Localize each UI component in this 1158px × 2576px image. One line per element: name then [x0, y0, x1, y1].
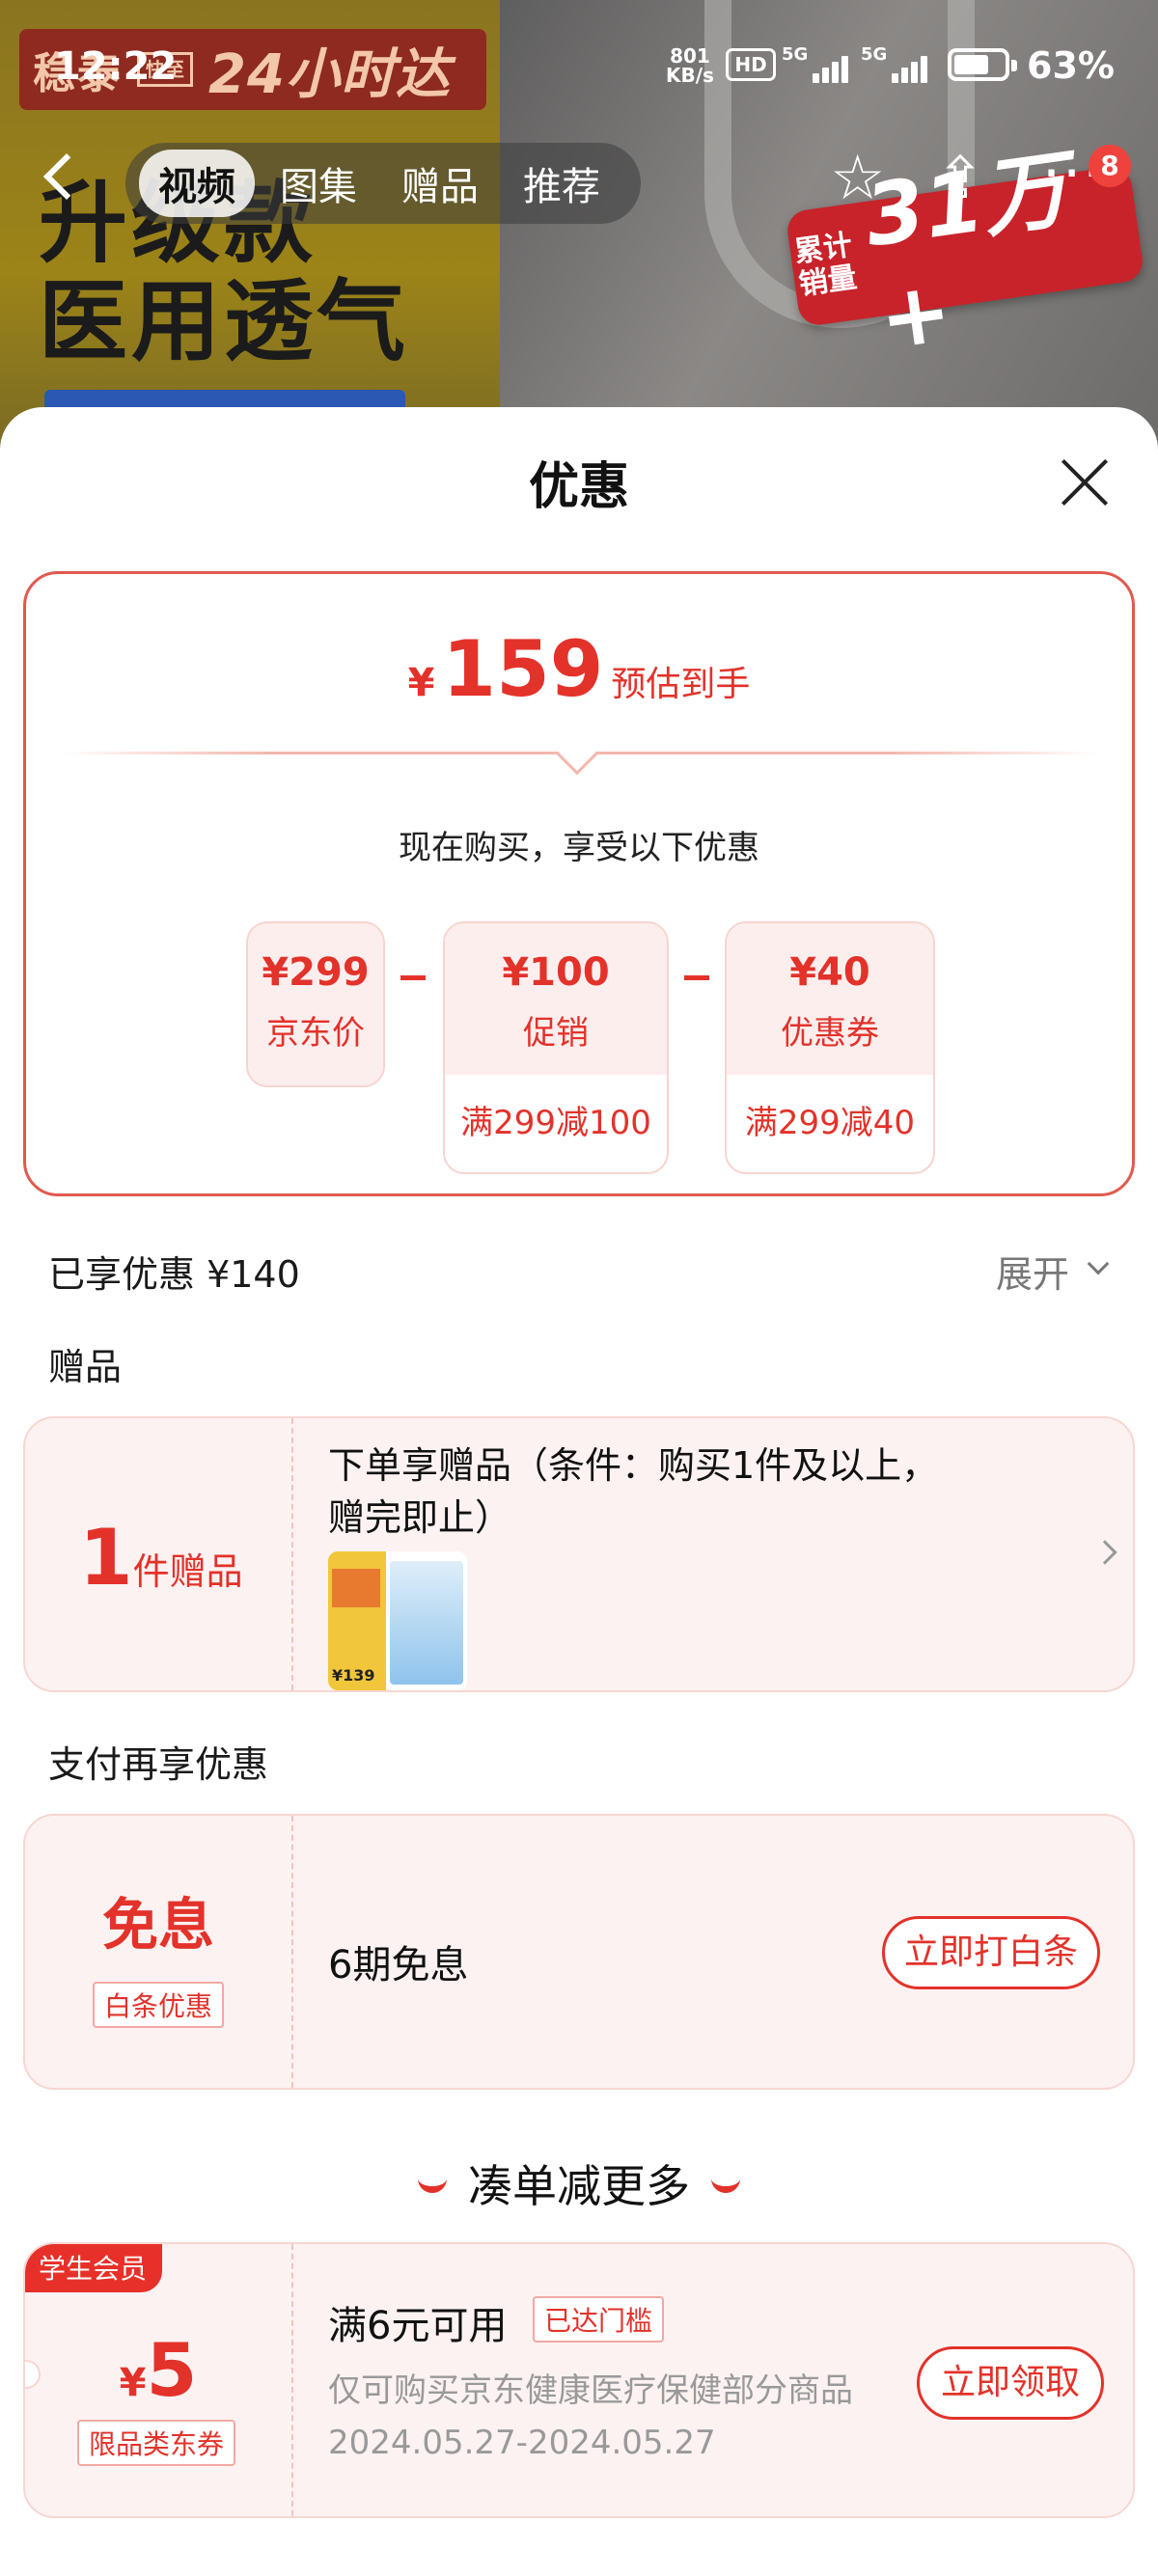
gift-thumb-price: ¥139	[332, 1666, 375, 1685]
card-dash-divider	[291, 1418, 293, 1690]
discount-sheet: 优惠 ¥159 预估到手 现在购买，享受以下优惠 ¥299 京东价 ¥100 促销…	[0, 407, 1158, 2576]
net-speed: 801 KB/s	[666, 46, 714, 85]
gift-description: 下单享赠品（条件：购买1件及以上，赠完即止）	[328, 1444, 939, 1539]
divider-notch-icon	[556, 733, 598, 776]
minus-icon	[684, 975, 709, 980]
promotion-chip: ¥100 促销 满299减100	[443, 921, 669, 1174]
media-tabs: 视频 图集 赠品 推荐	[125, 143, 641, 224]
net-speed-value: 801	[670, 44, 710, 68]
claim-coupon-button[interactable]: 立即领取	[917, 2346, 1104, 2420]
jd-price-amount: ¥299	[262, 950, 370, 995]
coupon-value-currency: ¥	[119, 2361, 147, 2405]
coupon-condition: 满6元可用	[328, 2304, 508, 2348]
close-icon[interactable]	[1056, 453, 1114, 511]
saved-amount: 已享优惠 ¥140	[48, 1253, 300, 1296]
battery-percent: 63%	[1027, 44, 1115, 87]
interest-free-title: 免息	[101, 1892, 214, 1958]
coupon-validity-dates: 2024.05.27-2024.05.27	[328, 2424, 716, 2462]
coupon-category-tag: 限品类东券	[77, 2420, 236, 2466]
gift-product-thumbnail[interactable]: ¥139	[328, 1551, 467, 1690]
jd-price-chip: ¥299 京东价	[246, 921, 385, 1087]
payment-offer-card: 免息 白条优惠 6期免息 立即打白条	[23, 1814, 1135, 2090]
signal-label-2: 5G	[861, 44, 888, 65]
gift-count: 1件赠品	[79, 1513, 243, 1603]
threshold-reached-tag: 已达门槛	[533, 2296, 665, 2343]
card-dash-divider	[291, 1816, 293, 2088]
promotion-rule: 满299减100	[460, 1104, 651, 1142]
coupon-scope: 仅可购买京东健康医疗保健部分商品	[328, 2371, 853, 2410]
more-deals-title: 凑单减更多	[0, 2151, 1158, 2215]
net-speed-unit: KB/s	[666, 64, 714, 87]
favorite-star-icon[interactable]: ☆	[830, 145, 885, 212]
sales-badge-label: 累计销量	[792, 228, 860, 303]
baitiao-tag: 白条优惠	[93, 1982, 225, 2028]
hd-icon: HD	[726, 48, 776, 81]
status-bar: 12:22 801 KB/s HD 5G 5G 63%	[0, 39, 1158, 93]
expand-button[interactable]: 展开	[996, 1245, 1069, 1298]
gift-section-title: 赠品	[48, 1346, 123, 1388]
tab-recommend[interactable]: 推荐	[504, 150, 620, 217]
coupon-amount: ¥40	[789, 950, 870, 995]
estimated-price-currency: ¥	[407, 661, 435, 705]
chevron-down-icon[interactable]	[1087, 1252, 1110, 1275]
estimated-price-value: 159	[442, 624, 604, 714]
student-member-badge: 学生会员	[25, 2244, 163, 2292]
gift-count-number: 1	[79, 1513, 133, 1603]
coupon-label: 优惠券	[781, 1014, 879, 1053]
share-arrow-icon[interactable]: ⇪	[936, 145, 984, 212]
coupon-rule: 满299减40	[744, 1104, 916, 1142]
jd-price-label: 京东价	[266, 1014, 365, 1053]
signal-icon: 5G	[782, 44, 855, 87]
buy-now-text: 现在购买，享受以下优惠	[399, 829, 759, 867]
more-badge-count: 8	[1089, 145, 1131, 187]
gift-card[interactable]: 1件赠品 下单享赠品（条件：购买1件及以上，赠完即止） ¥139	[23, 1416, 1135, 1692]
smile-icon	[418, 2176, 447, 2193]
promotion-amount: ¥100	[502, 950, 610, 995]
more-deals-label: 凑单减更多	[468, 2160, 690, 2212]
price-estimate-card: ¥159 预估到手 现在购买，享受以下优惠 ¥299 京东价 ¥100 促销 满2…	[23, 571, 1135, 1196]
signal-label: 5G	[782, 44, 809, 65]
sheet-title: 优惠	[528, 458, 629, 516]
status-time: 12:22	[54, 44, 178, 89]
gift-count-unit: 件赠品	[132, 1550, 243, 1593]
signal-icon-2: 5G	[861, 44, 934, 87]
hero-headline-2: 医用透气	[39, 270, 410, 373]
estimated-price-label: 预估到手	[611, 665, 751, 704]
coupon-chip: ¥40 优惠券 满299减40	[725, 921, 935, 1174]
installment-description: 6期免息	[328, 1943, 469, 1987]
tab-gallery[interactable]: 图集	[261, 150, 376, 217]
promotion-label: 促销	[523, 1014, 589, 1053]
coupon-value-number: 5	[146, 2327, 198, 2413]
pay-section-title: 支付再享优惠	[48, 1743, 269, 1786]
minus-icon	[400, 975, 426, 980]
card-dash-divider	[291, 2244, 293, 2516]
battery-icon	[948, 48, 1017, 81]
coupon-value: ¥5	[25, 2327, 291, 2413]
estimated-price: ¥159 预估到手	[26, 624, 1132, 714]
smile-icon	[711, 2176, 740, 2193]
tab-gift[interactable]: 赠品	[382, 150, 498, 217]
coupon-card: 学生会员 ¥5 限品类东券 满6元可用 已达门槛 仅可购买京东健康医疗保健部分商…	[23, 2242, 1135, 2518]
tab-video[interactable]: 视频	[139, 150, 255, 217]
chevron-right-icon[interactable]	[1092, 1540, 1117, 1565]
baitiao-button[interactable]: 立即打白条	[882, 1916, 1100, 1989]
